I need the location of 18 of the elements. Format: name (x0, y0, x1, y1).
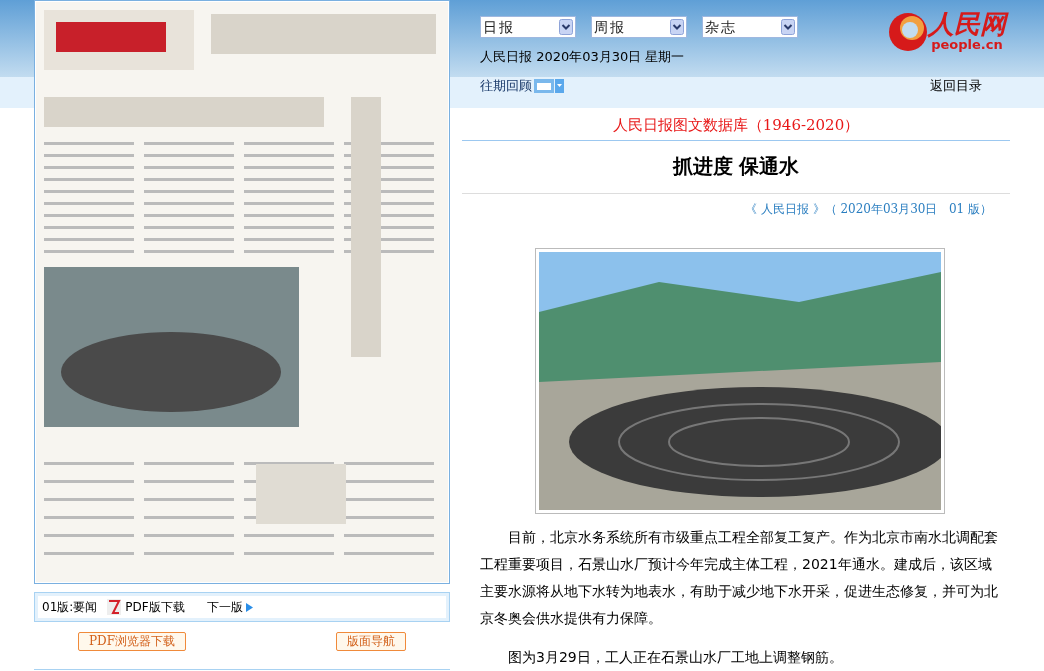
article-title: 抓进度 保通水 (462, 141, 1010, 194)
article-paragraph: 目前，北京水务系统所有市级重点工程全部复工复产。作为北京市南水北调配套工程重要项目，石景山水厂预计今年完成主体工程，2021年通水。建成后，该区域主要水源将从地下水转为地表水，有助于减少地下水开采，促进生态修复，并可为北京冬奥会供水提供有力保障。 (480, 528, 999, 628)
dropdown-field[interactable]: 周报 (591, 16, 687, 38)
dropdown-field[interactable]: 日报 (480, 16, 576, 38)
page-label: 01版:要闻 (42, 599, 98, 616)
pdf-browser-download-button[interactable]: PDF浏览器下载 (78, 632, 187, 651)
date-line: 人民日报 2020年03月30日 星期一 (480, 48, 686, 66)
article-source: 《 人民日报 》（ 2020年03月30日 01 版） (743, 201, 993, 218)
pdf-download-link[interactable]: PDF版下载 (107, 598, 185, 616)
arrow-right-icon (245, 602, 253, 612)
calendar-icon (534, 79, 564, 94)
page-navigation-button[interactable]: 版面导航 (336, 632, 406, 651)
article-paragraph: 图为3月29日，工人正在石景山水厂工地上调整钢筋。 (507, 648, 844, 667)
next-page-link[interactable]: 下一版 (206, 598, 253, 616)
database-title: 人民日报图文数据库（1946-2020） (462, 100, 1010, 141)
dropdown-field[interactable]: 杂志 (702, 16, 798, 38)
back-to-contents-link[interactable]: 返回目录 (930, 76, 982, 96)
archive-link[interactable]: 往期回顾 (480, 76, 564, 96)
